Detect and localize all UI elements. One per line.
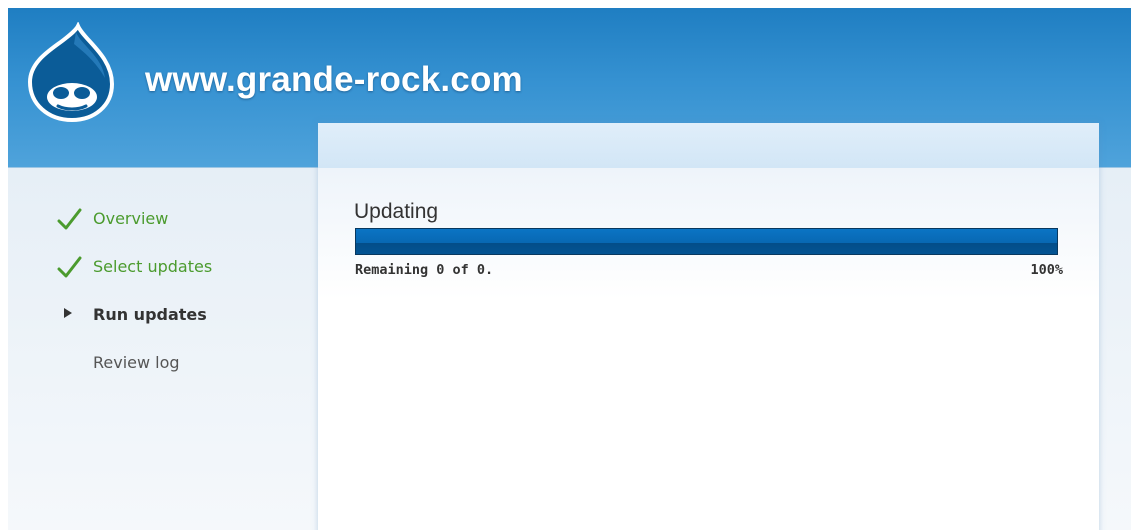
task-item-select-updates: Select updates [8, 255, 308, 303]
task-label: Overview [93, 209, 169, 228]
task-label: Select updates [93, 257, 213, 276]
checkmark-icon [57, 256, 82, 278]
progress-message: Remaining 0 of 0. [355, 262, 494, 278]
site-name[interactable]: www.grande-rock.com [145, 60, 523, 100]
progress-bar [355, 228, 1058, 255]
content-panel-header [318, 123, 1099, 168]
task-item-review-log: Review log [8, 351, 308, 399]
progress-bar-fill [356, 229, 1057, 254]
drupal-drop-logo-icon [27, 22, 115, 122]
arrow-right-icon [64, 308, 72, 318]
installer-frame: www.grande-rock.com Overview Select upda… [8, 8, 1131, 530]
task-label: Review log [93, 353, 180, 372]
task-item-overview: Overview [8, 207, 308, 255]
checkmark-icon [57, 208, 82, 230]
progress-percentage: 100% [1030, 262, 1063, 278]
installer-task-list: Overview Select updates Run updates Revi… [8, 207, 308, 399]
task-item-run-updates: Run updates [8, 303, 308, 351]
progress-title: Updating [354, 200, 439, 223]
task-label: Run updates [93, 305, 207, 324]
main-content-panel: Updating Remaining 0 of 0. 100% [318, 123, 1099, 530]
